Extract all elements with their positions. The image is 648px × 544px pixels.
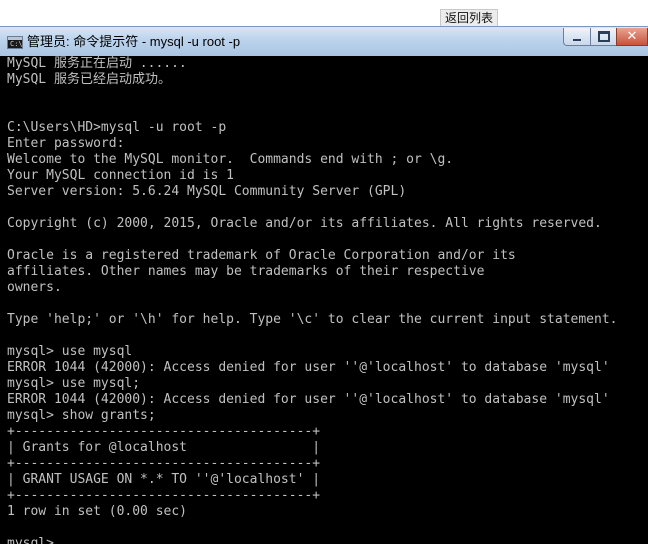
console-line: ERROR 1044 (42000): Access denied for us… [7, 360, 610, 375]
console-line: affiliates. Other names may be trademark… [7, 264, 485, 279]
console-text: MySQL 服务正在启动 ...... MySQL 服务已经启动成功。 C:\U… [0, 56, 648, 544]
console-line: mysql> use mysql; [7, 376, 141, 391]
console-line: owners. [7, 280, 62, 295]
maximize-button[interactable] [590, 28, 617, 46]
console-line: Copyright (c) 2000, 2015, Oracle and/or … [7, 216, 602, 231]
console-line: Server version: 5.6.24 MySQL Community S… [7, 184, 407, 199]
console-line: mysql> [7, 536, 54, 544]
console-line: MySQL 服务已经启动成功。 [7, 72, 171, 87]
console-line: mysql> show grants; [7, 408, 156, 423]
title-bar[interactable]: C:\ 管理员: 命令提示符 - mysql -u root -p ✕ [0, 26, 648, 56]
console-line: | GRANT USAGE ON *.* TO ''@'localhost' | [7, 472, 321, 487]
console-line: Oracle is a registered trademark of Orac… [7, 248, 516, 263]
console-line: Welcome to the MySQL monitor. Commands e… [7, 152, 454, 167]
console-output[interactable]: MySQL 服务正在启动 ...... MySQL 服务已经启动成功。 C:\U… [0, 56, 648, 544]
close-icon: ✕ [626, 28, 638, 44]
top-strip: 返回列表 [0, 0, 648, 27]
console-line: Enter password: [7, 136, 125, 151]
console-line: +--------------------------------------+ [7, 488, 321, 503]
console-line: +--------------------------------------+ [7, 456, 321, 471]
console-line: Type 'help;' or '\h' for help. Type '\c'… [7, 312, 618, 327]
close-button[interactable]: ✕ [616, 28, 648, 46]
console-line: MySQL 服务正在启动 ...... [7, 56, 187, 71]
minimize-button[interactable] [563, 28, 591, 46]
window-title: 管理员: 命令提示符 - mysql -u root -p [27, 34, 241, 49]
minimize-icon [573, 38, 581, 41]
console-line: | Grants for @localhost | [7, 440, 321, 455]
cmd-prompt-icon[interactable]: C:\ [7, 36, 23, 49]
console-line: ERROR 1044 (42000): Access denied for us… [7, 392, 610, 407]
console-line: C:\Users\HD>mysql -u root -p [7, 120, 227, 135]
cmd-icon-prompt: C:\ [10, 40, 23, 48]
console-line: Your MySQL connection id is 1 [7, 168, 234, 183]
maximize-icon [597, 31, 610, 42]
cmd-window: C:\ 管理员: 命令提示符 - mysql -u root -p ✕ MySQ… [0, 26, 648, 544]
console-line: 1 row in set (0.00 sec) [7, 504, 188, 519]
console-line: mysql> use mysql [7, 344, 133, 359]
back-to-list-button[interactable]: 返回列表 [440, 9, 499, 27]
console-line: +--------------------------------------+ [7, 424, 321, 439]
